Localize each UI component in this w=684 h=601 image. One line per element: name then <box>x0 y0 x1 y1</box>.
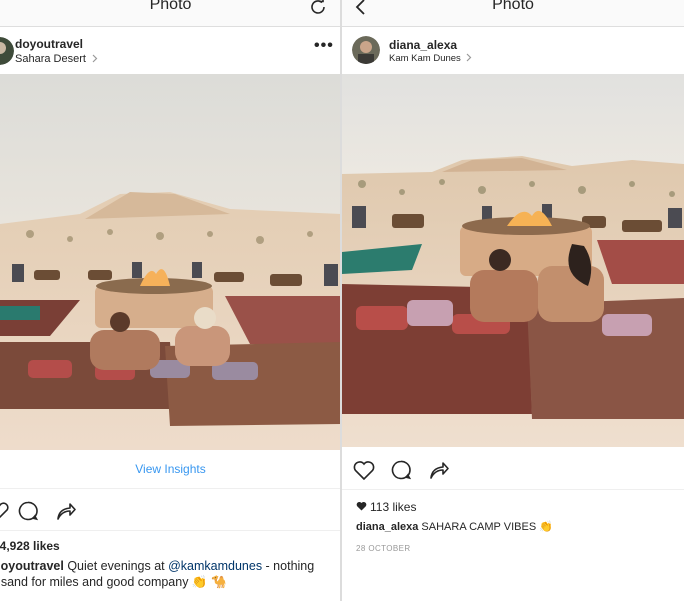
share-icon[interactable] <box>55 501 77 521</box>
more-icon[interactable]: ••• <box>314 37 334 55</box>
chevron-right-icon <box>467 53 472 62</box>
heart-icon[interactable] <box>352 459 376 481</box>
right-location[interactable]: Kam Kam Dunes <box>389 53 472 64</box>
caption-text: SAHARA CAMP VIBES 👏 <box>418 521 553 533</box>
left-post-panel: Photo doyoutravel Sahara Desert ••• View… <box>0 0 341 601</box>
caption-username[interactable]: diana_alexa <box>356 521 418 533</box>
right-username[interactable]: diana_alexa <box>389 38 457 52</box>
caption-text: - nothing <box>262 559 315 573</box>
left-location-label: Sahara Desert <box>15 53 86 65</box>
right-likes-count[interactable]: 113 likes <box>370 500 416 514</box>
chevron-right-icon <box>92 54 98 63</box>
right-caption: diana_alexa SAHARA CAMP VIBES 👏 <box>356 519 553 536</box>
post-date: 28 OCTOBER <box>356 544 411 553</box>
left-post-header: doyoutravel Sahara Desert ••• <box>0 27 341 74</box>
caption-text: Quiet evenings at <box>63 559 169 573</box>
left-caption-line2: but sand for miles and good company 👏 🐪 <box>0 575 227 589</box>
caption-username[interactable]: doyoutravel <box>0 559 64 573</box>
view-insights-link[interactable]: View Insights <box>0 462 341 476</box>
likes-heart-icon <box>356 501 367 511</box>
right-post-photo[interactable] <box>342 74 684 447</box>
left-username[interactable]: doyoutravel <box>15 37 83 51</box>
right-location-label: Kam Kam Dunes <box>389 53 461 64</box>
comment-icon[interactable] <box>390 459 412 481</box>
right-post-panel: Photo diana_alexa Kam Kam Dunes 113 like… <box>342 0 684 601</box>
left-post-photo[interactable] <box>0 74 341 450</box>
heart-icon[interactable] <box>0 500 10 520</box>
divider <box>342 489 684 490</box>
right-page-title: Photo <box>492 0 534 13</box>
left-page-title: Photo <box>149 0 192 13</box>
left-likes-count[interactable]: 64,928 likes <box>0 539 60 553</box>
avatar[interactable] <box>0 37 14 65</box>
refresh-icon[interactable] <box>308 0 328 17</box>
left-caption: doyoutravel Quiet evenings at @kamkamdun… <box>0 558 338 575</box>
comment-icon[interactable] <box>17 500 39 522</box>
left-top-bar: Photo <box>0 0 341 27</box>
avatar[interactable] <box>352 36 380 64</box>
right-post-header: diana_alexa Kam Kam Dunes <box>342 27 684 74</box>
left-location[interactable]: Sahara Desert <box>15 53 98 65</box>
divider <box>0 488 341 489</box>
caption-mention[interactable]: @kamkamdunes <box>168 559 262 573</box>
right-top-bar: Photo <box>342 0 684 27</box>
share-icon[interactable] <box>428 460 450 480</box>
divider <box>0 530 341 531</box>
